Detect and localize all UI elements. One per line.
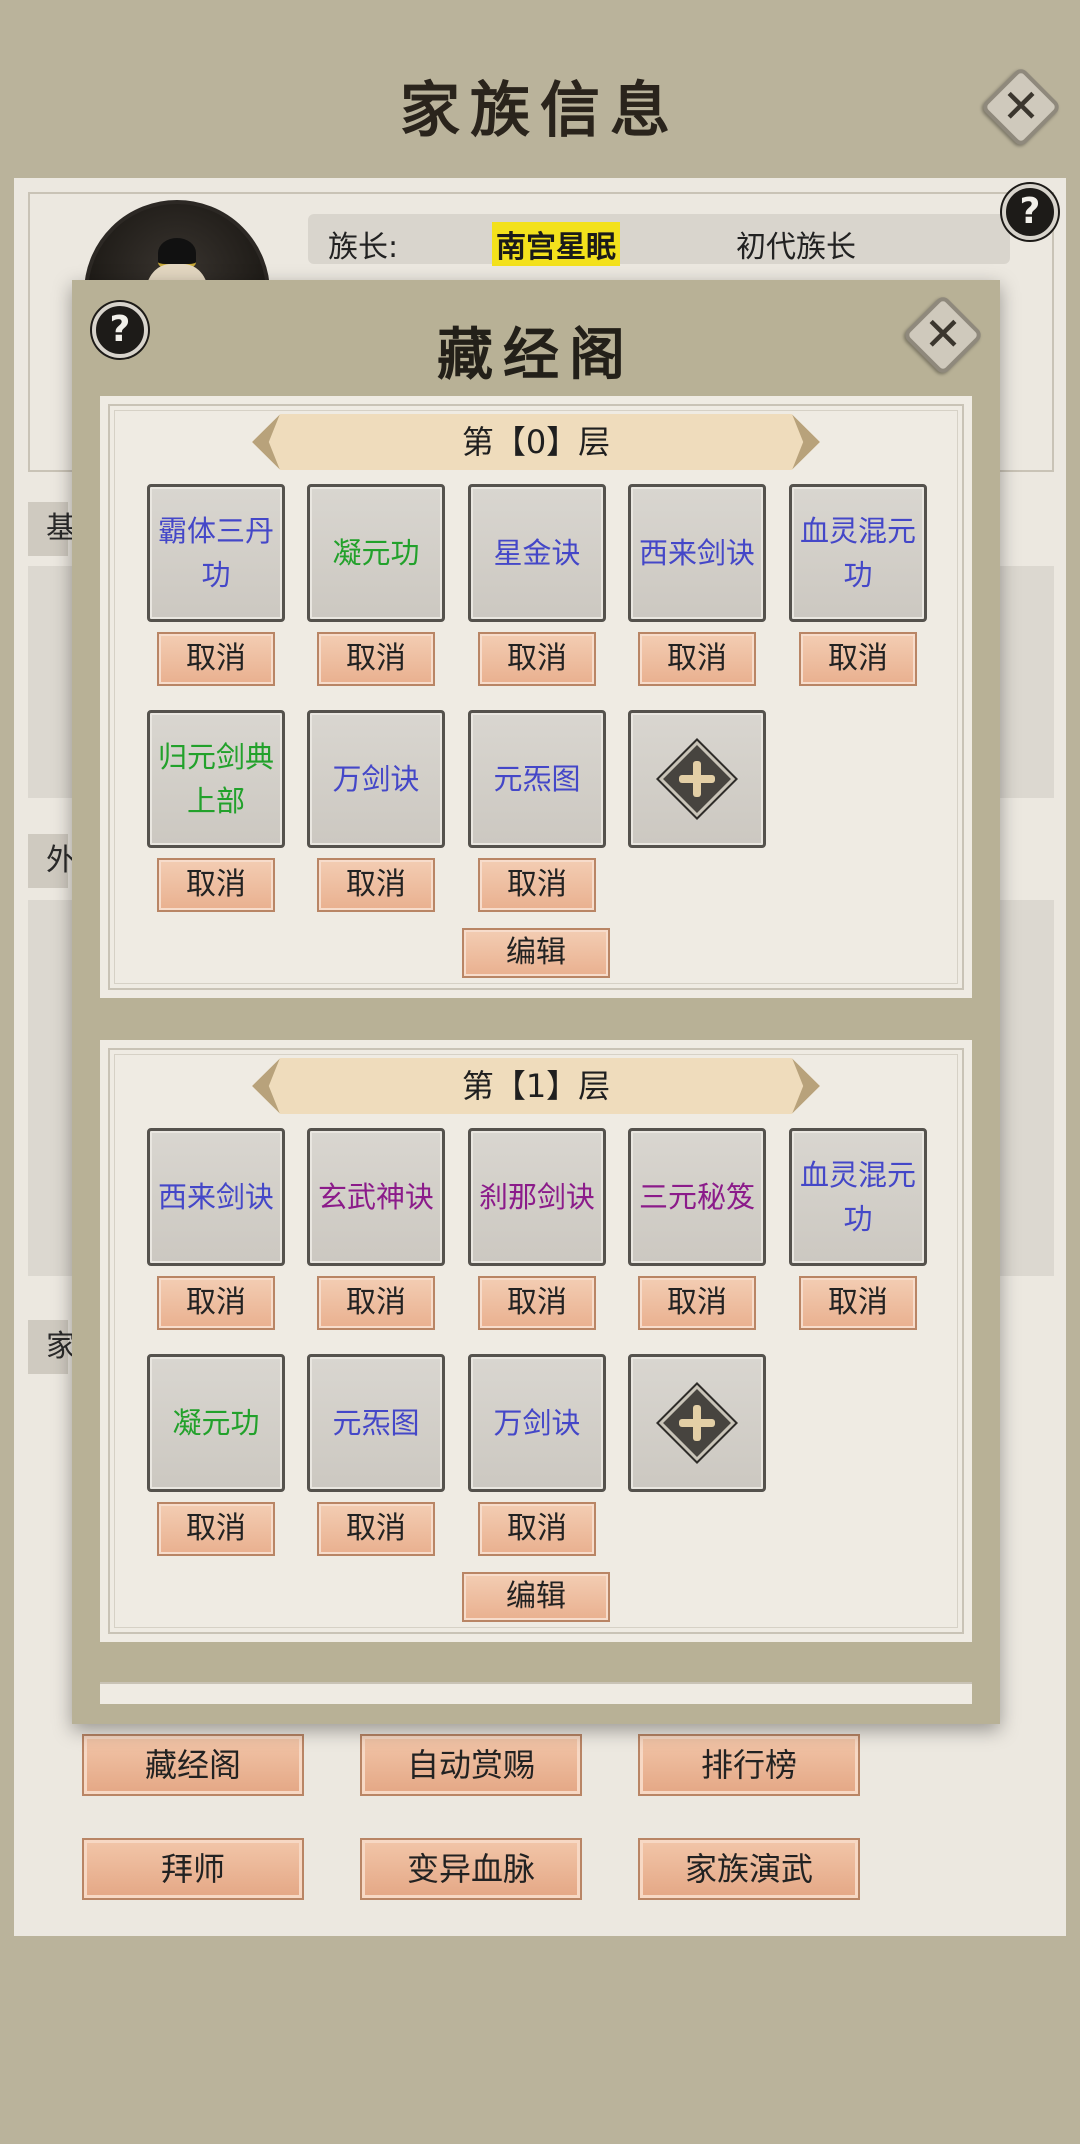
book-name: 刹那剑诀 [478,1180,595,1214]
floor-panel-1: 第【1】层 西来剑诀 玄武神诀 刹那剑诀 三元秘笈 血灵混元功 取消 取消 取消… [100,1040,972,1642]
book-slot[interactable]: 凝元功 [147,1354,285,1492]
add-plus-icon [658,740,736,818]
book-name: 三元秘笈 [638,1180,755,1214]
floor-list[interactable]: 第【0】层 霸体三丹功 凝元功 星金诀 西来剑诀 血灵混元功 取消 取消 取消 … [100,396,972,1704]
chief-rank: 初代族长 [736,230,856,265]
book-slot[interactable]: 凝元功 [307,484,445,622]
book-slot[interactable]: 星金诀 [468,484,606,622]
mutant-bloodline-button[interactable]: 变异血脉 [360,1838,582,1900]
section-tag-basic: 基 [28,502,76,556]
book-slot[interactable]: 归元剑典上部 [147,710,285,848]
cancel-button[interactable]: 取消 [638,1276,756,1330]
auto-reward-button[interactable]: 自动赏赐 [360,1734,582,1796]
page-close-button[interactable]: ✕ [979,65,1063,149]
chief-label: 族长: [328,230,399,265]
cancel-button[interactable]: 取消 [638,632,756,686]
book-name: 玄武神诀 [317,1180,434,1214]
book-slot[interactable]: 霸体三丹功 [147,484,285,622]
cancel-button[interactable]: 取消 [799,1276,917,1330]
plus-bar-v [693,761,701,797]
cancel-button[interactable]: 取消 [317,1276,435,1330]
book-name: 西来剑诀 [638,536,755,570]
floor-label: 第【0】层 [461,423,611,461]
section-tag-outer: 外 [28,834,76,888]
add-book-slot[interactable] [628,710,766,848]
ranking-button[interactable]: 排行榜 [638,1734,860,1796]
book-name: 血灵混元功 [799,514,916,592]
question-icon: ? [1019,191,1041,232]
book-slot[interactable]: 刹那剑诀 [468,1128,606,1266]
book-slot[interactable]: 血灵混元功 [789,1128,927,1266]
book-name: 万剑诀 [493,1406,581,1440]
floor-ribbon-1: 第【1】层 [252,1058,820,1114]
cancel-button[interactable]: 取消 [157,632,275,686]
cancel-button[interactable]: 取消 [317,858,435,912]
close-icon: ✕ [1001,79,1041,133]
add-plus-icon [658,1384,736,1462]
book-name: 西来剑诀 [157,1180,274,1214]
chief-info-row: 族长: 南宫星眠 初代族长 [308,214,1010,266]
floor-panel-2-peek [100,1682,972,1704]
edit-button[interactable]: 编辑 [462,928,610,978]
edit-button[interactable]: 编辑 [462,1572,610,1622]
book-name: 凝元功 [172,1406,260,1440]
book-name: 血灵混元功 [799,1158,916,1236]
cancel-button[interactable]: 取消 [317,632,435,686]
book-slot[interactable]: 万剑诀 [468,1354,606,1492]
book-slot[interactable]: 万剑诀 [307,710,445,848]
cancel-button[interactable]: 取消 [478,858,596,912]
floor-label: 第【1】层 [461,1067,611,1105]
book-name: 元炁图 [493,762,581,796]
cancel-button[interactable]: 取消 [157,1276,275,1330]
section-tag-family: 家 [28,1320,76,1374]
cancel-button[interactable]: 取消 [157,1502,275,1556]
book-name: 元炁图 [332,1406,420,1440]
cancel-button[interactable]: 取消 [478,1502,596,1556]
cancel-button[interactable]: 取消 [478,1276,596,1330]
book-slot[interactable]: 西来剑诀 [628,484,766,622]
apprentice-button[interactable]: 拜师 [82,1838,304,1900]
book-name: 星金诀 [493,536,581,570]
close-icon: ✕ [923,307,963,361]
book-slot[interactable]: 血灵混元功 [789,484,927,622]
page-title: 家族信息 [400,76,680,146]
book-slot[interactable]: 西来剑诀 [147,1128,285,1266]
family-martial-button[interactable]: 家族演武 [638,1838,860,1900]
page-help-button[interactable]: ? [1002,184,1058,240]
book-slot[interactable]: 三元秘笈 [628,1128,766,1266]
cancel-button[interactable]: 取消 [157,858,275,912]
add-book-slot[interactable] [628,1354,766,1492]
library-modal: ? 藏经阁 ✕ 第【0】层 霸体三丹功 凝元功 星金诀 西来剑诀 血灵混元功 取… [72,280,1000,1724]
chief-name: 南宫星眠 [492,222,620,266]
library-button[interactable]: 藏经阁 [82,1734,304,1796]
cancel-button[interactable]: 取消 [478,632,596,686]
modal-title: 藏经阁 [437,322,635,388]
book-name: 霸体三丹功 [157,514,274,592]
cancel-button[interactable]: 取消 [799,632,917,686]
modal-close-button[interactable]: ✕ [901,293,985,377]
book-name: 万剑诀 [332,762,420,796]
book-name: 凝元功 [332,536,420,570]
floor-panel-0: 第【0】层 霸体三丹功 凝元功 星金诀 西来剑诀 血灵混元功 取消 取消 取消 … [100,396,972,998]
book-slot[interactable]: 元炁图 [307,1354,445,1492]
cancel-button[interactable]: 取消 [317,1502,435,1556]
floor-ribbon-0: 第【0】层 [252,414,820,470]
book-slot[interactable]: 元炁图 [468,710,606,848]
plus-bar-v [693,1405,701,1441]
book-name: 归元剑典上部 [157,740,274,818]
book-slot[interactable]: 玄武神诀 [307,1128,445,1266]
